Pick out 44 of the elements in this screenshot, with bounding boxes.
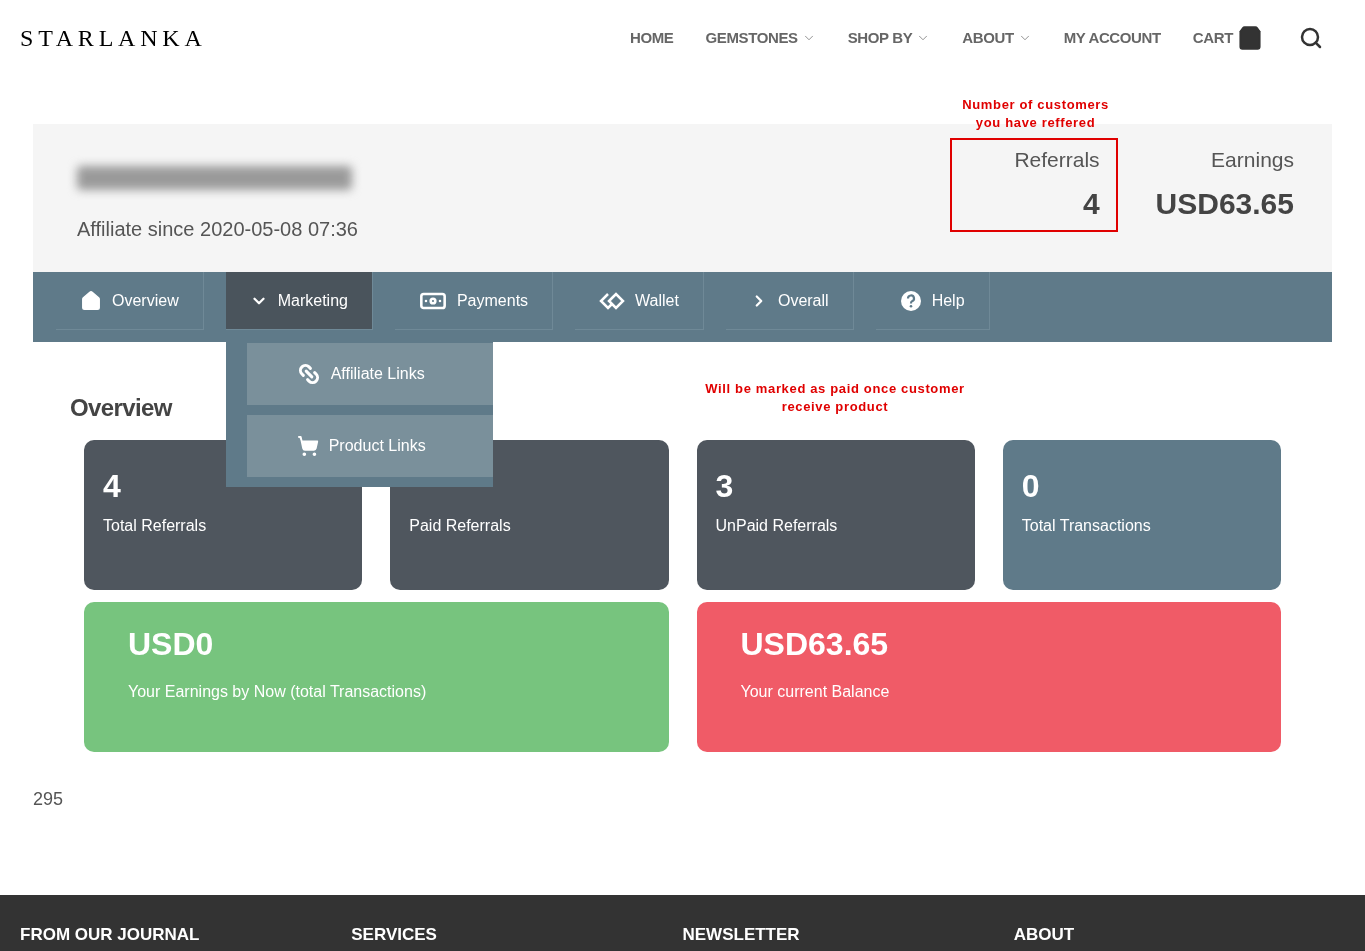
stat-value: USD63.65	[1155, 186, 1294, 222]
card-label: Your current Balance	[740, 682, 891, 702]
card-label: Your Earnings by Now (total Transactions)	[128, 682, 428, 702]
card-value: 0	[1021, 467, 1041, 506]
nav-link[interactable]: GEMSTONES	[705, 26, 816, 50]
footer-heading: ABOUT	[1013, 925, 1076, 946]
nav-link[interactable]: ABOUT	[962, 26, 1032, 50]
tab[interactable]: Overall	[725, 272, 854, 330]
annotation-text: Will be marked as paid once customer receive product	[704, 380, 966, 416]
card-label: Total Referrals	[103, 516, 208, 536]
diamonds-icon	[599, 291, 626, 310]
tab[interactable]: Payments	[394, 272, 554, 330]
card-value: 3	[715, 467, 735, 506]
page-number: 295	[33, 789, 64, 809]
search-icon[interactable]	[1299, 26, 1323, 50]
affiliate-since-text: Affiliate since 2020-05-08 07:36	[77, 217, 358, 242]
stat-value: 4	[1082, 186, 1100, 222]
tab[interactable]: Help	[875, 272, 990, 330]
tab[interactable]: Overview	[56, 272, 204, 330]
nav-link[interactable]: CART	[1192, 25, 1263, 51]
stat-label: Referrals	[1014, 146, 1100, 173]
dropdown-item[interactable]: Affiliate Links	[246, 343, 493, 405]
section-title: Overview	[70, 394, 172, 421]
card-value: USD63.65	[740, 625, 890, 664]
cart-icon	[296, 435, 319, 457]
help-icon	[899, 289, 922, 312]
card-value: USD0	[128, 625, 215, 664]
nav-link[interactable]: SHOP BY	[847, 26, 931, 50]
tab[interactable]: Wallet	[575, 272, 704, 330]
nav-link[interactable]: MY ACCOUNT	[1063, 26, 1161, 50]
card-label: Total Transactions	[1021, 516, 1152, 536]
card-label: Paid Referrals	[409, 516, 512, 536]
logo[interactable]: STARLANKA	[20, 20, 207, 56]
footer-heading: SERVICES	[351, 925, 438, 946]
annotation-text: Number of customers you have reffered	[961, 95, 1110, 132]
card-value: 4	[103, 467, 122, 506]
card-label: UnPaid Referrals	[715, 516, 839, 536]
home-icon	[80, 289, 102, 312]
nav-link[interactable]: HOME	[629, 26, 674, 50]
footer-heading: NEWSLETTER	[682, 925, 801, 946]
dropdown-item[interactable]: Product Links	[246, 415, 493, 477]
tab[interactable]: Marketing	[225, 272, 373, 330]
stat-label: Earnings	[1211, 146, 1294, 173]
footer-heading: FROM OUR JOURNAL	[20, 925, 201, 946]
